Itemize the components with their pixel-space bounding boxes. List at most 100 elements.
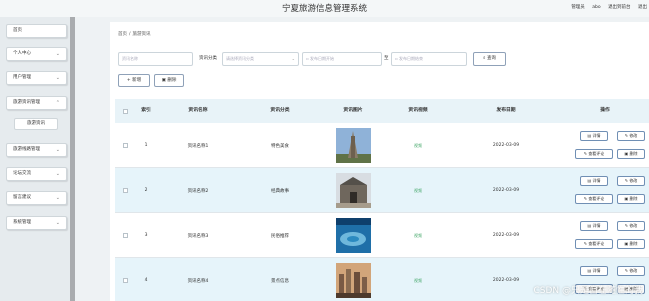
edit-button[interactable]: ✎ 修改 <box>617 266 645 276</box>
delete-button[interactable]: ▣ 删除 <box>617 194 645 204</box>
row-select-cell <box>115 168 135 213</box>
add-button[interactable]: + 新增 <box>118 74 150 87</box>
row-checkbox[interactable] <box>122 278 128 283</box>
row-index: 1 <box>144 143 148 148</box>
delete-label: 删除 <box>629 241 638 246</box>
detail-button[interactable]: ▤ 详情 <box>580 221 608 231</box>
main-panel: 首页 / 旅游资讯 资讯名称 资讯分类 请选择资讯分类 ⌄ ▫ 发布日期开始 至 ▫ … <box>110 22 649 301</box>
watermark: CSDN @只是自在随性的我 <box>533 286 643 296</box>
search-button[interactable]: ⌕ 查询 <box>473 52 506 66</box>
sidebar-item-feedback[interactable]: 留言建议 ⌄ <box>6 191 67 205</box>
app-title: 宁夏旅游信息管理系统 <box>281 4 367 14</box>
detail-button[interactable]: ▤ 详情 <box>580 176 608 186</box>
table-header: 索引 资讯名称 资讯分类 资讯图片 资讯视频 发布日期 操作 <box>115 99 649 123</box>
sidebar-item-home[interactable]: 首页 <box>6 24 67 38</box>
edit-button[interactable]: ✎ 修改 <box>617 131 645 141</box>
edit-label: 修改 <box>629 223 638 228</box>
table-row: 3 资讯名称3 民俗推荐 视频 2022-03-09 ▤ 详情 ✎ 修改 ✎ 查看评论 ▣ 删除 <box>115 213 649 258</box>
table-row: 1 资讯名称1 特色美食 视频 2022-03-09 ▤ 详情 ✎ 修改 ✎ 查看评论 ▣ 删除 <box>115 123 649 168</box>
row-index: 3 <box>144 233 148 238</box>
select-all-checkbox[interactable] <box>122 108 128 114</box>
row-date: 2022-03-09 <box>492 233 520 238</box>
view-comments-button[interactable]: ✎ 查看评论 <box>575 239 613 249</box>
row-category: 经典故事 <box>271 188 289 194</box>
row-image <box>336 173 371 208</box>
name-search-input[interactable]: 资讯名称 <box>118 52 193 66</box>
table-row: 2 资讯名称2 经典故事 视频 2022-03-09 ▤ 详情 ✎ 修改 ✎ 查看评论 ▣ 删除 <box>115 168 649 213</box>
category-select[interactable]: 请选择资讯分类 ⌄ <box>222 52 299 66</box>
row-video-link[interactable]: 视频 <box>385 258 451 301</box>
chevron-down-icon: ⌄ <box>55 51 60 57</box>
detail-label: 详情 <box>592 223 601 228</box>
delete-label: 删除 <box>629 196 638 201</box>
detail-label: 详情 <box>592 268 601 273</box>
row-actions: ▤ 详情 ✎ 修改 ✎ 查看评论 ▣ 删除 <box>561 213 649 258</box>
breadcrumb-current: 旅游资讯 <box>132 32 151 37</box>
user-bar: 管理员 abo 退出到前台 退出 <box>565 4 647 10</box>
logout-link[interactable]: 退出 <box>638 5 647 10</box>
row-actions: ▤ 详情 ✎ 修改 ✎ 查看评论 ▣ 删除 <box>561 123 649 168</box>
sidebar-item-label: 系统管理 <box>13 220 31 225</box>
row-video-link[interactable]: 视频 <box>385 123 451 168</box>
batch-delete-label: 删除 <box>167 78 177 83</box>
row-video-link[interactable]: 视频 <box>385 168 451 213</box>
row-video-link[interactable]: 视频 <box>385 213 451 258</box>
sidebar-subitem-news[interactable]: 旅游资讯 <box>14 118 58 130</box>
sidebar-item-forum[interactable]: 论坛交流 ⌄ <box>6 167 67 181</box>
view-comments-label: 查看评论 <box>588 151 605 156</box>
detail-button[interactable]: ▤ 详情 <box>580 266 608 276</box>
view-comments-button[interactable]: ✎ 查看评论 <box>575 194 613 204</box>
sidebar-item-system[interactable]: 系统管理 ⌄ <box>6 216 67 230</box>
username: abo <box>592 5 601 10</box>
edit-button[interactable]: ✎ 修改 <box>617 221 645 231</box>
detail-button[interactable]: ▤ 详情 <box>580 131 608 141</box>
header-index: 索引 <box>141 108 151 113</box>
delete-button[interactable]: ▣ 删除 <box>617 239 645 249</box>
edit-button[interactable]: ✎ 修改 <box>617 176 645 186</box>
delete-button[interactable]: ▣ 删除 <box>617 149 645 159</box>
row-date: 2022-03-09 <box>492 143 520 148</box>
sidebar-item-label: 用户管理 <box>13 75 31 80</box>
row-date: 2022-03-09 <box>492 188 520 193</box>
chevron-down-icon: ⌄ <box>291 56 295 61</box>
chevron-down-icon: ⌄ <box>55 171 60 177</box>
top-bar: 宁夏旅游信息管理系统 管理员 abo 退出到前台 退出 <box>0 0 649 17</box>
sidebar-scrollbar[interactable] <box>70 17 75 301</box>
row-select-cell <box>115 123 135 168</box>
sidebar: 首页 个人中心 ⌄ 用户管理 ⌄ 旅游资讯管理 ⌃ 旅游资讯 旅游线路管理 ⌄ 论坛交流… <box>0 17 72 301</box>
row-category: 景点信息 <box>271 278 289 284</box>
row-actions: ▤ 详情 ✎ 修改 ✎ 查看评论 ▣ 删除 <box>561 168 649 213</box>
header-image: 资讯图片 <box>343 108 363 113</box>
row-checkbox[interactable] <box>122 143 128 148</box>
breadcrumb-separator: / <box>129 32 131 37</box>
view-comments-label: 查看评论 <box>588 241 605 246</box>
header-category: 资讯分类 <box>270 108 290 113</box>
search-bar: 资讯名称 资讯分类 请选择资讯分类 ⌄ ▫ 发布日期开始 至 ▫ 发布日期结束 ⌕… <box>118 52 648 66</box>
detail-label: 详情 <box>592 178 601 183</box>
edit-label: 修改 <box>629 133 638 138</box>
exit-to-front-link[interactable]: 退出到前台 <box>608 5 631 10</box>
admin-label: 管理员 <box>571 5 585 10</box>
edit-label: 修改 <box>629 178 638 183</box>
sidebar-item-profile[interactable]: 个人中心 ⌄ <box>6 47 67 61</box>
row-image <box>336 128 371 163</box>
sidebar-item-users[interactable]: 用户管理 ⌄ <box>6 71 67 85</box>
row-image <box>336 263 371 298</box>
row-select-cell <box>115 213 135 258</box>
date-end-field[interactable]: ▫ 发布日期结束 <box>391 52 467 66</box>
sidebar-item-news-management[interactable]: 旅游资讯管理 ⌃ <box>6 96 67 110</box>
chevron-down-icon: ⌄ <box>55 75 60 81</box>
view-comments-label: 查看评论 <box>588 196 605 201</box>
row-index: 4 <box>144 278 148 283</box>
sidebar-item-routes[interactable]: 旅游线路管理 ⌄ <box>6 143 67 157</box>
view-comments-button[interactable]: ✎ 查看评论 <box>575 149 613 159</box>
row-checkbox[interactable] <box>122 233 128 238</box>
row-name: 资讯名称3 <box>187 233 209 239</box>
breadcrumb-home[interactable]: 首页 <box>118 32 127 37</box>
header-video: 资讯视频 <box>408 108 428 113</box>
date-start-placeholder: 发布日期开始 <box>309 56 334 61</box>
batch-delete-button[interactable]: ▣ 删除 <box>154 74 184 87</box>
date-start-field[interactable]: ▫ 发布日期开始 <box>302 52 382 66</box>
row-checkbox[interactable] <box>122 188 128 193</box>
row-name: 资讯名称2 <box>187 188 209 194</box>
